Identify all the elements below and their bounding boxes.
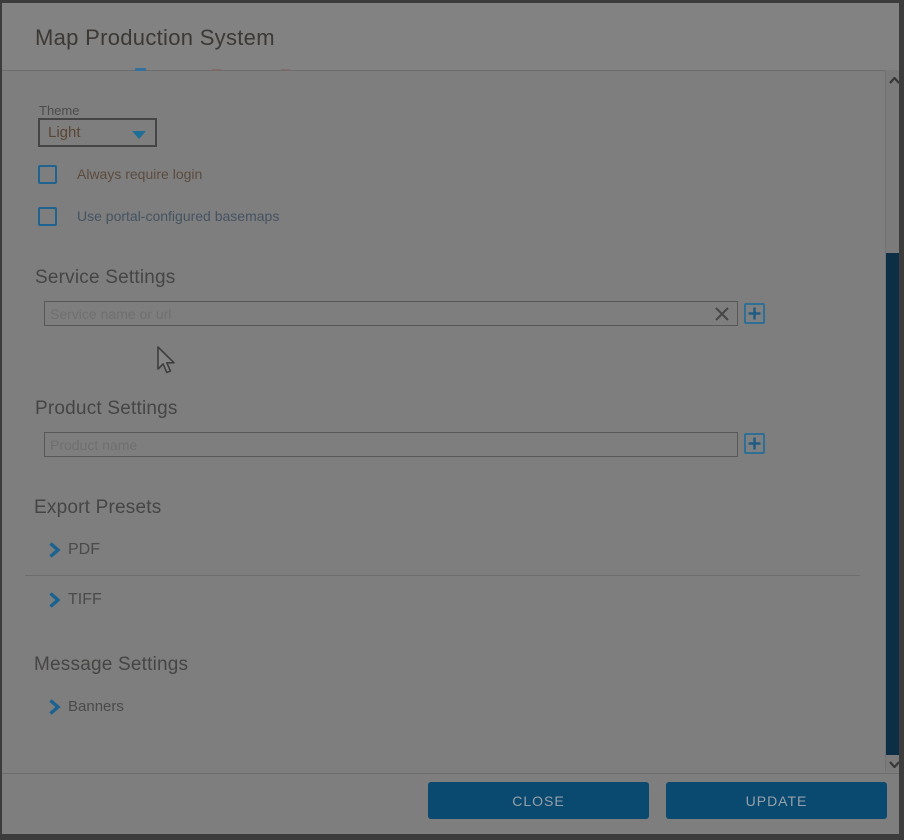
- product-input-wrap: [44, 432, 738, 457]
- dialog-header: Map Production System: [2, 3, 899, 70]
- add-product-button[interactable]: [744, 433, 765, 454]
- checkbox-label: Always require login: [77, 166, 202, 182]
- service-input-wrap: [44, 301, 738, 326]
- x-clear-icon[interactable]: [714, 306, 730, 322]
- theme-label: Theme: [39, 103, 79, 118]
- caret-down-icon: [132, 131, 146, 139]
- export-presets-heading: Export Presets: [34, 497, 161, 519]
- tiff-label: TIFF: [68, 591, 102, 609]
- add-service-button[interactable]: [744, 303, 765, 324]
- banners-expander[interactable]: Banners: [48, 698, 124, 715]
- theme-select-value: Light: [48, 124, 81, 141]
- message-settings-heading: Message Settings: [34, 654, 188, 676]
- preset-divider: [25, 575, 860, 576]
- service-settings-heading: Service Settings: [35, 267, 176, 289]
- chevron-up-icon: [889, 77, 900, 84]
- scrolled-out-element-edge: [135, 68, 146, 71]
- scrolled-out-element-edge: [281, 69, 290, 71]
- always-require-login-checkbox[interactable]: [38, 165, 57, 184]
- plus-icon: [748, 307, 761, 320]
- plus-icon: [748, 437, 761, 450]
- chevron-right-icon: [48, 542, 61, 558]
- pdf-expander[interactable]: PDF: [48, 541, 100, 559]
- chevron-right-icon: [48, 699, 61, 715]
- product-name-input[interactable]: [44, 432, 738, 457]
- theme-select[interactable]: Light: [38, 118, 157, 147]
- chevron-down-icon: [889, 761, 900, 768]
- scrollbar-thumb[interactable]: [886, 253, 902, 755]
- scroll-up-button[interactable]: [886, 72, 902, 88]
- map-production-system-dialog: Map Production System Theme Light Always…: [0, 0, 904, 840]
- arrow-cursor: [157, 346, 176, 380]
- page-title: Map Production System: [35, 25, 275, 51]
- footer-divider: [2, 773, 899, 774]
- service-name-input[interactable]: [44, 301, 738, 326]
- product-settings-heading: Product Settings: [35, 398, 178, 420]
- banners-label: Banners: [68, 698, 124, 715]
- pdf-label: PDF: [68, 541, 100, 559]
- scroll-down-button[interactable]: [886, 756, 902, 772]
- vertical-scrollbar[interactable]: [885, 70, 902, 772]
- update-button[interactable]: UPDATE: [666, 782, 887, 819]
- chevron-right-icon: [48, 592, 61, 608]
- scrolled-out-element-edge: [212, 69, 221, 71]
- portal-basemaps-row[interactable]: Use portal-configured basemaps: [38, 206, 279, 226]
- checkbox-label: Use portal-configured basemaps: [77, 208, 279, 224]
- tiff-expander[interactable]: TIFF: [48, 591, 102, 609]
- close-button[interactable]: CLOSE: [428, 782, 649, 819]
- portal-basemaps-checkbox[interactable]: [38, 207, 57, 226]
- always-require-login-row[interactable]: Always require login: [38, 164, 202, 184]
